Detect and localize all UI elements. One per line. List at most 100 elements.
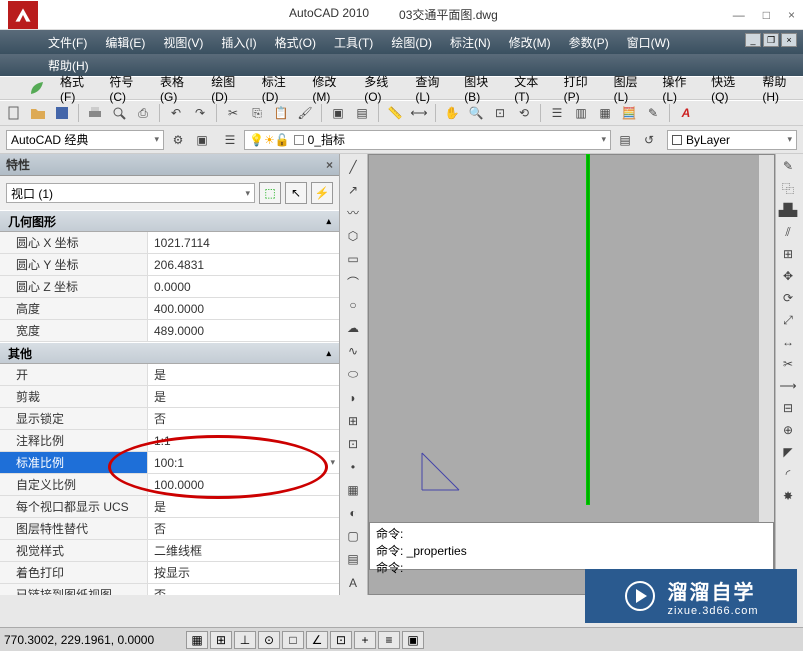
- gradient-icon[interactable]: ◐: [342, 503, 364, 524]
- array-icon[interactable]: ⊞: [778, 244, 798, 264]
- sheets-icon[interactable]: ▥: [571, 103, 591, 123]
- explode-icon[interactable]: ✸: [778, 486, 798, 506]
- menu2-mline[interactable]: 多线(O): [364, 73, 401, 104]
- leaf-icon[interactable]: [28, 78, 46, 98]
- cat-other[interactable]: 其他▴: [0, 342, 339, 364]
- trim-icon[interactable]: ✂: [778, 354, 798, 374]
- mirror-icon[interactable]: ▟▙: [778, 200, 798, 220]
- prop-value[interactable]: 按显示: [148, 562, 339, 583]
- properties-title[interactable]: 特性 ×: [0, 154, 339, 176]
- prop-value[interactable]: 489.0000: [148, 320, 339, 341]
- table-icon[interactable]: ▤: [342, 549, 364, 570]
- line-icon[interactable]: ╱: [342, 156, 364, 177]
- canvas[interactable]: |◂ ◂ ▸ ▸| 模型 布局 命令: 命令: _properties 命令:: [368, 154, 775, 595]
- block-editor-icon[interactable]: ▣: [328, 103, 348, 123]
- menu-modify[interactable]: 修改(M): [509, 34, 551, 51]
- menu2-quicksel[interactable]: 快选(Q): [711, 73, 748, 104]
- close-button[interactable]: ×: [788, 8, 795, 22]
- osnap-button[interactable]: □: [282, 631, 304, 649]
- command-line[interactable]: 命令: 命令: _properties 命令:: [369, 522, 774, 570]
- menu-view[interactable]: 视图(V): [163, 34, 203, 51]
- menu2-modify[interactable]: 修改(M): [312, 73, 350, 104]
- pan-icon[interactable]: ✋: [442, 103, 462, 123]
- prop-value[interactable]: 100.0000: [148, 474, 339, 495]
- object-type-combo[interactable]: 视口 (1)▾: [6, 183, 255, 203]
- menu2-dim[interactable]: 标注(D): [262, 73, 299, 104]
- ellipse-arc-icon[interactable]: ◗: [342, 387, 364, 408]
- quick-select-button[interactable]: ⚡: [311, 182, 333, 204]
- scrollbar-vertical[interactable]: [758, 155, 774, 522]
- maximize-button[interactable]: □: [763, 8, 770, 22]
- prop-value[interactable]: 是: [148, 386, 339, 407]
- prop-row[interactable]: 剪裁是: [0, 386, 339, 408]
- snap-button[interactable]: ▦: [186, 631, 208, 649]
- grid-button[interactable]: ⊞: [210, 631, 232, 649]
- prop-row[interactable]: 圆心 X 坐标1021.7114: [0, 232, 339, 254]
- mdi-restore[interactable]: ❐: [763, 33, 779, 47]
- open-icon[interactable]: [28, 103, 48, 123]
- properties-close-icon[interactable]: ×: [326, 158, 333, 172]
- layer-prev-icon[interactable]: ↺: [639, 130, 659, 150]
- menu-params[interactable]: 参数(P): [569, 34, 609, 51]
- save-icon[interactable]: [52, 103, 72, 123]
- menu2-help[interactable]: 帮助(H): [762, 73, 799, 104]
- prop-value[interactable]: 0.0000: [148, 276, 339, 297]
- prop-value[interactable]: 206.4831: [148, 254, 339, 275]
- redo-icon[interactable]: ↷: [190, 103, 210, 123]
- workspace-combo[interactable]: AutoCAD 经典▾: [6, 130, 164, 150]
- prop-row[interactable]: 开是: [0, 364, 339, 386]
- calc-icon[interactable]: 🧮: [619, 103, 639, 123]
- menu2-table[interactable]: 表格(G): [160, 73, 197, 104]
- move-icon[interactable]: ✥: [778, 266, 798, 286]
- menu-dimension[interactable]: 标注(N): [450, 34, 491, 51]
- zoom-window-icon[interactable]: ⊡: [490, 103, 510, 123]
- menu2-text[interactable]: 文本(T): [514, 73, 549, 104]
- arc-icon[interactable]: ⌒: [342, 272, 364, 293]
- ortho-button[interactable]: ⊥: [234, 631, 256, 649]
- copy-icon[interactable]: ⎘: [247, 103, 267, 123]
- prop-value[interactable]: 否: [148, 518, 339, 539]
- otrack-button[interactable]: ∠: [306, 631, 328, 649]
- spline-icon[interactable]: ∿: [342, 341, 364, 362]
- publish-icon[interactable]: ⎙: [133, 103, 153, 123]
- paste-icon[interactable]: 📋: [271, 103, 291, 123]
- minimize-button[interactable]: —: [733, 8, 745, 22]
- markup-icon[interactable]: ✎: [643, 103, 663, 123]
- join-icon[interactable]: ⊕: [778, 420, 798, 440]
- prop-row[interactable]: 显示锁定否: [0, 408, 339, 430]
- prop-value[interactable]: 是: [148, 496, 339, 517]
- mdi-minimize[interactable]: _: [745, 33, 761, 47]
- ducs-button[interactable]: ⊡: [330, 631, 352, 649]
- xline-icon[interactable]: ↗: [342, 179, 364, 200]
- prop-value[interactable]: 否: [148, 584, 339, 595]
- matchprop-icon[interactable]: 🖌: [295, 103, 315, 123]
- gear-icon[interactable]: ⚙: [168, 130, 188, 150]
- rotate-icon[interactable]: ⟳: [778, 288, 798, 308]
- prop-row[interactable]: 宽度489.0000: [0, 320, 339, 342]
- cut-icon[interactable]: ✂: [223, 103, 243, 123]
- blockref-icon[interactable]: ▤: [352, 103, 372, 123]
- menu2-symbol[interactable]: 符号(C): [109, 73, 146, 104]
- point-icon[interactable]: •: [342, 456, 364, 477]
- polar-button[interactable]: ⊙: [258, 631, 280, 649]
- revcloud-icon[interactable]: ☁: [342, 318, 364, 339]
- preview-icon[interactable]: [109, 103, 129, 123]
- menu2-format[interactable]: 格式(F): [60, 73, 95, 104]
- properties-icon[interactable]: ☰: [547, 103, 567, 123]
- dyn-button[interactable]: +: [354, 631, 376, 649]
- prop-row[interactable]: 圆心 Y 坐标206.4831: [0, 254, 339, 276]
- prop-row[interactable]: 已链接到图纸视图否: [0, 584, 339, 595]
- menu-window[interactable]: 窗口(W): [627, 34, 670, 51]
- layer-iso-icon[interactable]: ▤: [615, 130, 635, 150]
- make-block-icon[interactable]: ⊡: [342, 433, 364, 454]
- layer-combo[interactable]: 💡 ☀ 🔓 0_指标 ▾: [244, 130, 611, 150]
- mdi-close[interactable]: ×: [781, 33, 797, 47]
- prop-value[interactable]: 1:1: [148, 430, 339, 451]
- menu-draw[interactable]: 绘图(D): [391, 34, 432, 51]
- tool-palette-icon[interactable]: ▦: [595, 103, 615, 123]
- workspace-save-icon[interactable]: ▣: [192, 130, 212, 150]
- select-objects-button[interactable]: ↖: [285, 182, 307, 204]
- prop-value[interactable]: 否: [148, 408, 339, 429]
- prop-value[interactable]: 100:1▾: [148, 452, 339, 473]
- menu2-query[interactable]: 查询(L): [415, 73, 450, 104]
